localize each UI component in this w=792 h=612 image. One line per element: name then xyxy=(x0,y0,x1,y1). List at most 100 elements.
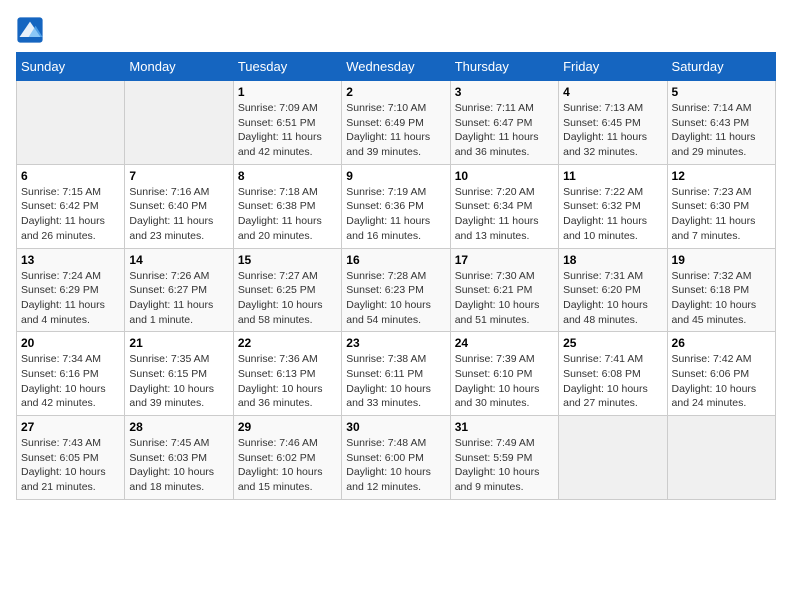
day-header-wednesday: Wednesday xyxy=(342,53,450,81)
day-detail: Sunrise: 7:41 AMSunset: 6:08 PMDaylight:… xyxy=(563,352,662,411)
calendar-cell: 18 Sunrise: 7:31 AMSunset: 6:20 PMDayligh… xyxy=(559,248,667,332)
day-detail: Sunrise: 7:15 AMSunset: 6:42 PMDaylight:… xyxy=(21,185,120,244)
calendar-cell: 30Sunrise: 7:48 AMSunset: 6:00 PMDayligh… xyxy=(342,416,450,500)
day-detail: Sunrise: 7:26 AMSunset: 6:27 PMDaylight:… xyxy=(129,269,228,328)
calendar-week-4: 20Sunrise: 7:34 AMSunset: 6:16 PMDayligh… xyxy=(17,332,776,416)
day-detail: Sunrise: 7:30 AMSunset: 6:21 PMDaylight:… xyxy=(455,269,554,328)
day-number: 7 xyxy=(129,169,228,183)
day-number: 21 xyxy=(129,336,228,350)
calendar-cell: 7 Sunrise: 7:16 AMSunset: 6:40 PMDaylight… xyxy=(125,164,233,248)
day-number: 31 xyxy=(455,420,554,434)
day-header-sunday: Sunday xyxy=(17,53,125,81)
day-detail: Sunrise: 7:38 AMSunset: 6:11 PMDaylight:… xyxy=(346,352,445,411)
day-number: 19 xyxy=(672,253,771,267)
day-detail: Sunrise: 7:14 AMSunset: 6:43 PMDaylight:… xyxy=(672,101,771,160)
calendar-cell: 28Sunrise: 7:45 AMSunset: 6:03 PMDayligh… xyxy=(125,416,233,500)
calendar-cell: 12 Sunrise: 7:23 AMSunset: 6:30 PMDayligh… xyxy=(667,164,775,248)
day-detail: Sunrise: 7:13 AMSunset: 6:45 PMDaylight:… xyxy=(563,101,662,160)
day-detail: Sunrise: 7:28 AMSunset: 6:23 PMDaylight:… xyxy=(346,269,445,328)
day-detail: Sunrise: 7:24 AMSunset: 6:29 PMDaylight:… xyxy=(21,269,120,328)
calendar-cell: 17 Sunrise: 7:30 AMSunset: 6:21 PMDayligh… xyxy=(450,248,558,332)
calendar-cell: 11 Sunrise: 7:22 AMSunset: 6:32 PMDayligh… xyxy=(559,164,667,248)
calendar-cell xyxy=(17,81,125,165)
day-number: 16 xyxy=(346,253,445,267)
calendar-cell: 8Sunrise: 7:18 AMSunset: 6:38 PMDaylight… xyxy=(233,164,341,248)
calendar-cell: 25Sunrise: 7:41 AMSunset: 6:08 PMDayligh… xyxy=(559,332,667,416)
day-number: 3 xyxy=(455,85,554,99)
header-row: SundayMondayTuesdayWednesdayThursdayFrid… xyxy=(17,53,776,81)
day-number: 5 xyxy=(672,85,771,99)
day-detail: Sunrise: 7:19 AMSunset: 6:36 PMDaylight:… xyxy=(346,185,445,244)
calendar-week-1: 1 Sunrise: 7:09 AMSunset: 6:51 PMDaylight… xyxy=(17,81,776,165)
day-number: 8 xyxy=(238,169,337,183)
day-header-saturday: Saturday xyxy=(667,53,775,81)
day-number: 28 xyxy=(129,420,228,434)
calendar-cell: 9 Sunrise: 7:19 AMSunset: 6:36 PMDaylight… xyxy=(342,164,450,248)
day-number: 23 xyxy=(346,336,445,350)
day-detail: Sunrise: 7:10 AMSunset: 6:49 PMDaylight:… xyxy=(346,101,445,160)
day-number: 14 xyxy=(129,253,228,267)
day-detail: Sunrise: 7:31 AMSunset: 6:20 PMDaylight:… xyxy=(563,269,662,328)
day-detail: Sunrise: 7:27 AMSunset: 6:25 PMDaylight:… xyxy=(238,269,337,328)
day-number: 24 xyxy=(455,336,554,350)
calendar-cell: 3 Sunrise: 7:11 AMSunset: 6:47 PMDaylight… xyxy=(450,81,558,165)
calendar-week-3: 13 Sunrise: 7:24 AMSunset: 6:29 PMDayligh… xyxy=(17,248,776,332)
day-number: 13 xyxy=(21,253,120,267)
day-detail: Sunrise: 7:43 AMSunset: 6:05 PMDaylight:… xyxy=(21,436,120,495)
calendar-cell: 23 Sunrise: 7:38 AMSunset: 6:11 PMDayligh… xyxy=(342,332,450,416)
day-detail: Sunrise: 7:48 AMSunset: 6:00 PMDaylight:… xyxy=(346,436,445,495)
day-number: 18 xyxy=(563,253,662,267)
day-number: 15 xyxy=(238,253,337,267)
calendar-cell: 13 Sunrise: 7:24 AMSunset: 6:29 PMDayligh… xyxy=(17,248,125,332)
day-detail: Sunrise: 7:23 AMSunset: 6:30 PMDaylight:… xyxy=(672,185,771,244)
day-detail: Sunrise: 7:39 AMSunset: 6:10 PMDaylight:… xyxy=(455,352,554,411)
day-detail: Sunrise: 7:16 AMSunset: 6:40 PMDaylight:… xyxy=(129,185,228,244)
calendar-cell: 5 Sunrise: 7:14 AMSunset: 6:43 PMDaylight… xyxy=(667,81,775,165)
day-number: 26 xyxy=(672,336,771,350)
calendar-cell: 22Sunrise: 7:36 AMSunset: 6:13 PMDayligh… xyxy=(233,332,341,416)
header xyxy=(16,16,776,44)
calendar-cell: 14 Sunrise: 7:26 AMSunset: 6:27 PMDayligh… xyxy=(125,248,233,332)
logo xyxy=(16,16,48,44)
calendar-cell: 19 Sunrise: 7:32 AMSunset: 6:18 PMDayligh… xyxy=(667,248,775,332)
day-number: 20 xyxy=(21,336,120,350)
day-detail: Sunrise: 7:32 AMSunset: 6:18 PMDaylight:… xyxy=(672,269,771,328)
day-number: 6 xyxy=(21,169,120,183)
day-number: 11 xyxy=(563,169,662,183)
calendar-cell: 21 Sunrise: 7:35 AMSunset: 6:15 PMDayligh… xyxy=(125,332,233,416)
calendar-cell xyxy=(125,81,233,165)
day-detail: Sunrise: 7:11 AMSunset: 6:47 PMDaylight:… xyxy=(455,101,554,160)
calendar-week-5: 27 Sunrise: 7:43 AMSunset: 6:05 PMDayligh… xyxy=(17,416,776,500)
calendar-cell: 24 Sunrise: 7:39 AMSunset: 6:10 PMDayligh… xyxy=(450,332,558,416)
calendar-cell: 16 Sunrise: 7:28 AMSunset: 6:23 PMDayligh… xyxy=(342,248,450,332)
day-header-monday: Monday xyxy=(125,53,233,81)
day-header-thursday: Thursday xyxy=(450,53,558,81)
day-number: 17 xyxy=(455,253,554,267)
day-number: 22 xyxy=(238,336,337,350)
calendar-cell: 31 Sunrise: 7:49 AMSunset: 5:59 PMDayligh… xyxy=(450,416,558,500)
calendar-week-2: 6 Sunrise: 7:15 AMSunset: 6:42 PMDaylight… xyxy=(17,164,776,248)
calendar-cell: 6 Sunrise: 7:15 AMSunset: 6:42 PMDaylight… xyxy=(17,164,125,248)
day-header-tuesday: Tuesday xyxy=(233,53,341,81)
day-detail: Sunrise: 7:42 AMSunset: 6:06 PMDaylight:… xyxy=(672,352,771,411)
day-detail: Sunrise: 7:09 AMSunset: 6:51 PMDaylight:… xyxy=(238,101,337,160)
calendar-cell xyxy=(667,416,775,500)
day-header-friday: Friday xyxy=(559,53,667,81)
day-number: 27 xyxy=(21,420,120,434)
calendar-cell: 26 Sunrise: 7:42 AMSunset: 6:06 PMDayligh… xyxy=(667,332,775,416)
calendar-cell: 2Sunrise: 7:10 AMSunset: 6:49 PMDaylight… xyxy=(342,81,450,165)
calendar-cell: 27 Sunrise: 7:43 AMSunset: 6:05 PMDayligh… xyxy=(17,416,125,500)
day-detail: Sunrise: 7:46 AMSunset: 6:02 PMDaylight:… xyxy=(238,436,337,495)
day-number: 12 xyxy=(672,169,771,183)
calendar-cell xyxy=(559,416,667,500)
day-number: 10 xyxy=(455,169,554,183)
day-number: 1 xyxy=(238,85,337,99)
day-detail: Sunrise: 7:22 AMSunset: 6:32 PMDaylight:… xyxy=(563,185,662,244)
day-detail: Sunrise: 7:49 AMSunset: 5:59 PMDaylight:… xyxy=(455,436,554,495)
day-number: 9 xyxy=(346,169,445,183)
day-detail: Sunrise: 7:35 AMSunset: 6:15 PMDaylight:… xyxy=(129,352,228,411)
calendar-table: SundayMondayTuesdayWednesdayThursdayFrid… xyxy=(16,52,776,500)
day-number: 29 xyxy=(238,420,337,434)
logo-icon xyxy=(16,16,44,44)
calendar-cell: 1 Sunrise: 7:09 AMSunset: 6:51 PMDaylight… xyxy=(233,81,341,165)
